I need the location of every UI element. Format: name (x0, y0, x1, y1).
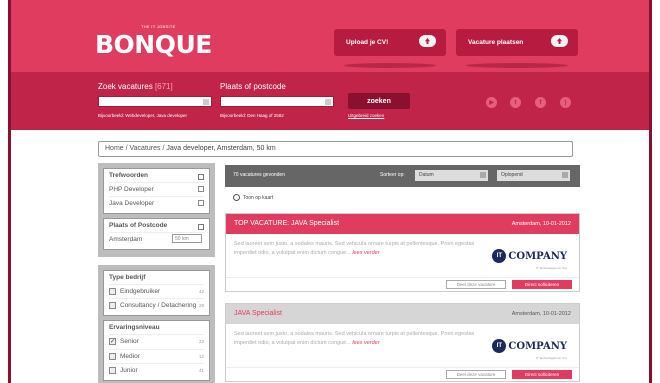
checkbox[interactable] (109, 302, 116, 310)
plaats-title: Plaats of Postcode (109, 222, 204, 230)
trefwoord-item[interactable]: Java Developer (109, 196, 204, 210)
vacatures-input[interactable] (98, 96, 212, 107)
job-title[interactable]: JAVA Specialist (234, 310, 282, 317)
job-title[interactable]: TOP VACATURE: JAVA Specialist (234, 220, 339, 227)
job-card-header[interactable]: TOP VACATURE: JAVA Specialist Amsterdam,… (226, 214, 579, 234)
job-location-date: Amsterdam, 10-01-2012 (511, 221, 571, 227)
youtube-icon[interactable]: ▶ (486, 97, 497, 108)
type-item[interactable]: Consultancy / Detachering 28 (109, 298, 204, 312)
job-card[interactable]: TOP VACATURE: JAVA Specialist Amsterdam,… (225, 213, 580, 292)
upload-cv-button[interactable]: Upload je CV! (334, 29, 446, 56)
filter-panel-bottom: Type bedrijf Eindgebruiker 42 Consultancy… (98, 265, 215, 383)
type-bedrijf-title: Type bedrijf (109, 274, 146, 281)
ervaring-title: Ervaringsniveau (109, 324, 160, 332)
plaats-value: Amsterdam 50 km (109, 232, 204, 246)
map-link[interactable]: Toon op kaart (233, 194, 273, 201)
advanced-search-link[interactable]: Uitgebreid zoeken (348, 113, 384, 118)
vacatures-label: Zoek vacatures [671] (98, 82, 173, 91)
results-bar: 70 vacatures gevonden Sorteer op: Datum … (225, 165, 580, 187)
checkbox[interactable] (109, 288, 116, 295)
cloud-upload-icon (419, 35, 436, 47)
trefwoorden-title: Trefwoorden (109, 172, 204, 180)
job-card-header[interactable]: JAVA Specialist Amsterdam, 10-01-2012 (226, 304, 579, 324)
plaats-label: Plaats of postcode (220, 82, 286, 91)
checkbox[interactable] (109, 352, 116, 360)
chevron-down-icon (562, 172, 568, 178)
breadcrumb-path[interactable]: Home / Vacatures / (105, 145, 166, 152)
tagline: THE IT JOBSITE (141, 24, 176, 29)
sort-select[interactable]: Datum (415, 170, 488, 181)
filter-panel-top: Trefwoorden PHP Developer Java Developer… (98, 163, 215, 257)
top-header: THE IT JOBSITE BONQUE Upload je CV! Vaca… (11, 0, 649, 72)
checkbox-icon[interactable] (198, 224, 204, 230)
read-more-link[interactable]: lees verder (352, 340, 379, 346)
search-button[interactable]: zoeken (348, 93, 410, 109)
page-frame: THE IT JOBSITE BONQUE Upload je CV! Vaca… (8, 0, 652, 383)
job-card[interactable]: JAVA Specialist Amsterdam, 10-01-2012 Se… (225, 303, 580, 382)
order-select[interactable]: Oplopend (497, 170, 570, 181)
rss-icon[interactable]: ) (560, 97, 571, 108)
facebook-icon[interactable]: f (535, 97, 546, 108)
plaats-hint: Bijvoorbeeld: Den Haag of 2582 (220, 113, 284, 118)
chevron-down-icon (480, 172, 486, 178)
checkbox-checked[interactable]: ✓ (109, 338, 116, 346)
read-more-link[interactable]: lees verder (352, 250, 379, 256)
vacature-plaatsen-button[interactable]: Vacature plaatsen (456, 29, 578, 56)
checkbox[interactable] (109, 366, 116, 374)
checkbox-icon[interactable] (198, 174, 204, 180)
logo[interactable]: BONQUE (95, 30, 212, 59)
apply-button[interactable]: Direct solliciteren (512, 280, 572, 289)
cloud-upload-icon (551, 35, 568, 47)
vacature-plaatsen-label: Vacature plaatsen (468, 39, 524, 46)
plaats-input[interactable] (220, 96, 334, 107)
vacatures-count: [671] (154, 82, 173, 91)
share-button[interactable]: Deel deze vacature (446, 370, 506, 379)
results-count: 70 vacatures gevonden (233, 172, 285, 178)
ervaring-item[interactable]: ✓ Senior 22 (109, 334, 204, 348)
company-logo: IT COMPANY IT Technologies for You (492, 246, 567, 270)
sort-label: Sorteer op: (380, 172, 405, 178)
clear-icon[interactable] (203, 99, 209, 105)
trefwoord-item[interactable]: PHP Developer (109, 182, 204, 196)
job-location-date: Amsterdam, 10-01-2012 (511, 311, 571, 317)
share-button[interactable]: Deel deze vacature (446, 280, 506, 289)
company-logo: IT COMPANY IT Technologies for You (492, 336, 567, 360)
twitter-icon[interactable]: t (510, 97, 521, 108)
remove-icon[interactable] (198, 186, 204, 192)
clear-icon[interactable] (325, 99, 331, 105)
breadcrumb-current: Java developer, Amsterdam, 50 km (166, 145, 276, 152)
upload-cv-label: Upload je CV! (346, 39, 389, 46)
search-bar: Zoek vacatures [671] Bijvoorbeeld: Webde… (11, 72, 649, 130)
apply-button[interactable]: Direct solliciteren (512, 370, 572, 379)
remove-icon[interactable] (198, 200, 204, 206)
km-select[interactable]: 50 km (172, 234, 202, 243)
globe-icon (233, 194, 240, 201)
ervaring-item[interactable]: Junior 41 (109, 362, 204, 377)
vacatures-hint: Bijvoorbeeld: Webdeveloper, Java develop… (98, 113, 187, 118)
ervaring-item[interactable]: Medior 12 (109, 348, 204, 363)
breadcrumb: Home / Vacatures / Java developer, Amste… (98, 141, 573, 157)
type-item[interactable]: Eindgebruiker 42 (109, 284, 204, 298)
